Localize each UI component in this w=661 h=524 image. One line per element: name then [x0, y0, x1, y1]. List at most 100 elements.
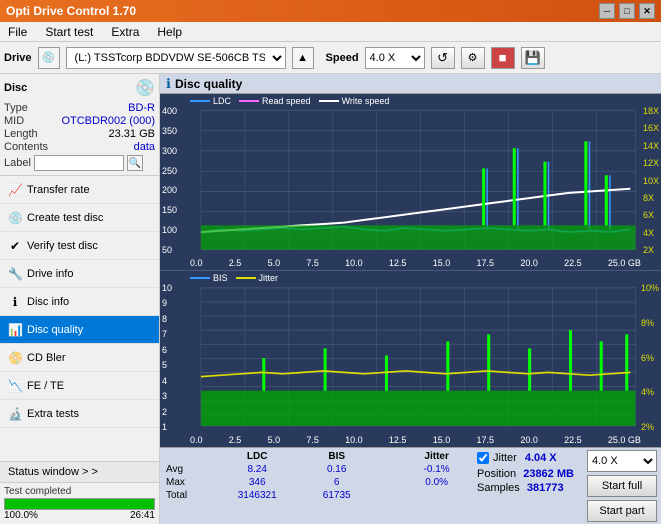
stats-bar: LDC BIS Jitter Avg 8.24 0.16 -0.1%	[160, 447, 661, 524]
charts-container: LDC Read speed Write speed 400 350 30	[160, 94, 661, 447]
nav-extra-tests[interactable]: 🔬 Extra tests	[0, 400, 159, 428]
nav-cd-bler-label: CD Bler	[27, 352, 66, 364]
speed-dropdown[interactable]: 4.0 X	[587, 450, 657, 472]
type-value: BD-R	[128, 102, 155, 114]
nav-extra-tests-label: Extra tests	[27, 408, 79, 420]
nav-fe-te-label: FE / TE	[27, 380, 64, 392]
chart-header: ℹ Disc quality	[160, 74, 661, 94]
nav-disc-info[interactable]: ℹ Disc info	[0, 288, 159, 316]
label-button[interactable]: 🔍	[127, 155, 143, 171]
progress-percent: 100.0%	[4, 510, 38, 521]
drive-select[interactable]: (L:) TSSTcorp BDDVDW SE-506CB TS02	[66, 47, 286, 69]
nav-verify-test-disc[interactable]: ✔ Verify test disc	[0, 232, 159, 260]
status-window-button[interactable]: Status window > >	[0, 462, 159, 483]
stats-max-row: Max 346 6 0.0%	[164, 476, 471, 489]
minimize-button[interactable]: ─	[599, 3, 615, 19]
menu-file[interactable]: File	[4, 25, 31, 39]
start-full-button[interactable]: Start full	[587, 475, 657, 497]
stats-total-row: Total 3146321 61735	[164, 489, 471, 502]
progress-label: Test completed	[4, 486, 155, 497]
progress-area: Test completed 100.0% 26:41	[0, 483, 159, 524]
fe-te-icon: 📉	[8, 379, 22, 393]
main-layout: Disc 💿 Type BD-R MID OTCBDR002 (000) Len…	[0, 74, 661, 524]
label-label: Label	[4, 157, 31, 169]
position-label: Position	[477, 468, 516, 480]
total-ldc: 3146321	[213, 489, 301, 502]
stats-bis-header: BIS	[301, 450, 372, 463]
nav-verify-test-disc-label: Verify test disc	[27, 240, 98, 252]
mid-value: OTCBDR002 (000)	[61, 115, 155, 127]
position-value: 23862 MB	[523, 468, 574, 480]
refresh-button[interactable]: ↺	[431, 47, 455, 69]
nav-drive-info[interactable]: 🔧 Drive info	[0, 260, 159, 288]
jitter-section: Jitter 4.04 X	[477, 452, 577, 464]
disc-icon: 💿	[135, 78, 155, 98]
toolbar: Drive 💿 (L:) TSSTcorp BDDVDW SE-506CB TS…	[0, 42, 661, 74]
max-ldc: 346	[213, 476, 301, 489]
menu-help[interactable]: Help	[153, 25, 186, 39]
disc-panel: Disc 💿 Type BD-R MID OTCBDR002 (000) Len…	[0, 74, 159, 176]
stats-ldc-header: LDC	[213, 450, 301, 463]
progress-time: 26:41	[130, 510, 155, 521]
jitter-checkbox[interactable]	[477, 452, 489, 464]
sidebar-status: Status window > > Test completed 100.0% …	[0, 461, 159, 524]
label-input[interactable]	[34, 155, 124, 171]
length-label: Length	[4, 128, 38, 140]
max-jitter: 0.0%	[402, 476, 471, 489]
nav-create-test-disc[interactable]: 💿 Create test disc	[0, 204, 159, 232]
nav-transfer-rate[interactable]: 📈 Transfer rate	[0, 176, 159, 204]
type-label: Type	[4, 102, 28, 114]
progress-row: 100.0% 26:41	[4, 510, 155, 521]
nav-create-test-disc-label: Create test disc	[27, 212, 103, 224]
nav-disc-quality[interactable]: 📊 Disc quality	[0, 316, 159, 344]
disc-info-icon: ℹ	[8, 295, 22, 309]
contents-value: data	[134, 141, 155, 153]
stats-jitter-header: Jitter	[402, 450, 471, 463]
app-title: Opti Drive Control 1.70	[6, 4, 136, 18]
menu-extra[interactable]: Extra	[107, 25, 143, 39]
speed-select[interactable]: 4.0 X	[365, 47, 425, 69]
samples-value: 381773	[527, 482, 564, 494]
nav-cd-bler[interactable]: 📀 CD Bler	[0, 344, 159, 372]
status-window-label: Status window > >	[8, 466, 98, 478]
contents-label: Contents	[4, 141, 48, 153]
close-button[interactable]: ✕	[639, 3, 655, 19]
menu-start-test[interactable]: Start test	[41, 25, 97, 39]
top-chart-svg	[160, 94, 661, 270]
position-row: Position 23862 MB	[477, 468, 577, 480]
total-bis: 61735	[301, 489, 372, 502]
eject-button[interactable]: ▲	[292, 47, 314, 69]
avg-jitter: -0.1%	[402, 463, 471, 476]
maximize-button[interactable]: □	[619, 3, 635, 19]
window-controls: ─ □ ✕	[599, 3, 655, 19]
nav-disc-info-label: Disc info	[27, 296, 69, 308]
drive-icon-button[interactable]: 💿	[38, 47, 60, 69]
extra-tests-icon: 🔬	[8, 407, 22, 421]
save-button[interactable]: 💾	[521, 47, 545, 69]
settings-button[interactable]: ⚙	[461, 47, 485, 69]
nav-items: 📈 Transfer rate 💿 Create test disc ✔ Ver…	[0, 176, 159, 428]
color-button[interactable]: ■	[491, 47, 515, 69]
start-part-button[interactable]: Start part	[587, 500, 657, 522]
jitter-speed-section: Jitter 4.04 X Position 23862 MB Samples …	[477, 450, 577, 494]
buttons-section: 4.0 X Start full Start part	[587, 450, 657, 522]
length-value: 23.31 GB	[109, 128, 155, 140]
nav-transfer-rate-label: Transfer rate	[27, 184, 90, 196]
chart-header-icon: ℹ	[166, 76, 171, 92]
stats-avg-row: Avg 8.24 0.16 -0.1%	[164, 463, 471, 476]
samples-row: Samples 381773	[477, 482, 577, 494]
stats-empty-header	[164, 450, 213, 463]
nav-disc-quality-label: Disc quality	[27, 324, 83, 336]
cd-bler-icon: 📀	[8, 351, 22, 365]
speed-actual: 4.04 X	[525, 452, 557, 464]
avg-label: Avg	[164, 463, 213, 476]
transfer-rate-icon: 📈	[8, 183, 22, 197]
nav-fe-te[interactable]: 📉 FE / TE	[0, 372, 159, 400]
avg-ldc: 8.24	[213, 463, 301, 476]
jitter-label: Jitter	[493, 452, 517, 464]
max-bis: 6	[301, 476, 372, 489]
create-test-disc-icon: 💿	[8, 211, 22, 225]
title-bar: Opti Drive Control 1.70 ─ □ ✕	[0, 0, 661, 22]
samples-label: Samples	[477, 482, 520, 494]
nav-drive-info-label: Drive info	[27, 268, 73, 280]
